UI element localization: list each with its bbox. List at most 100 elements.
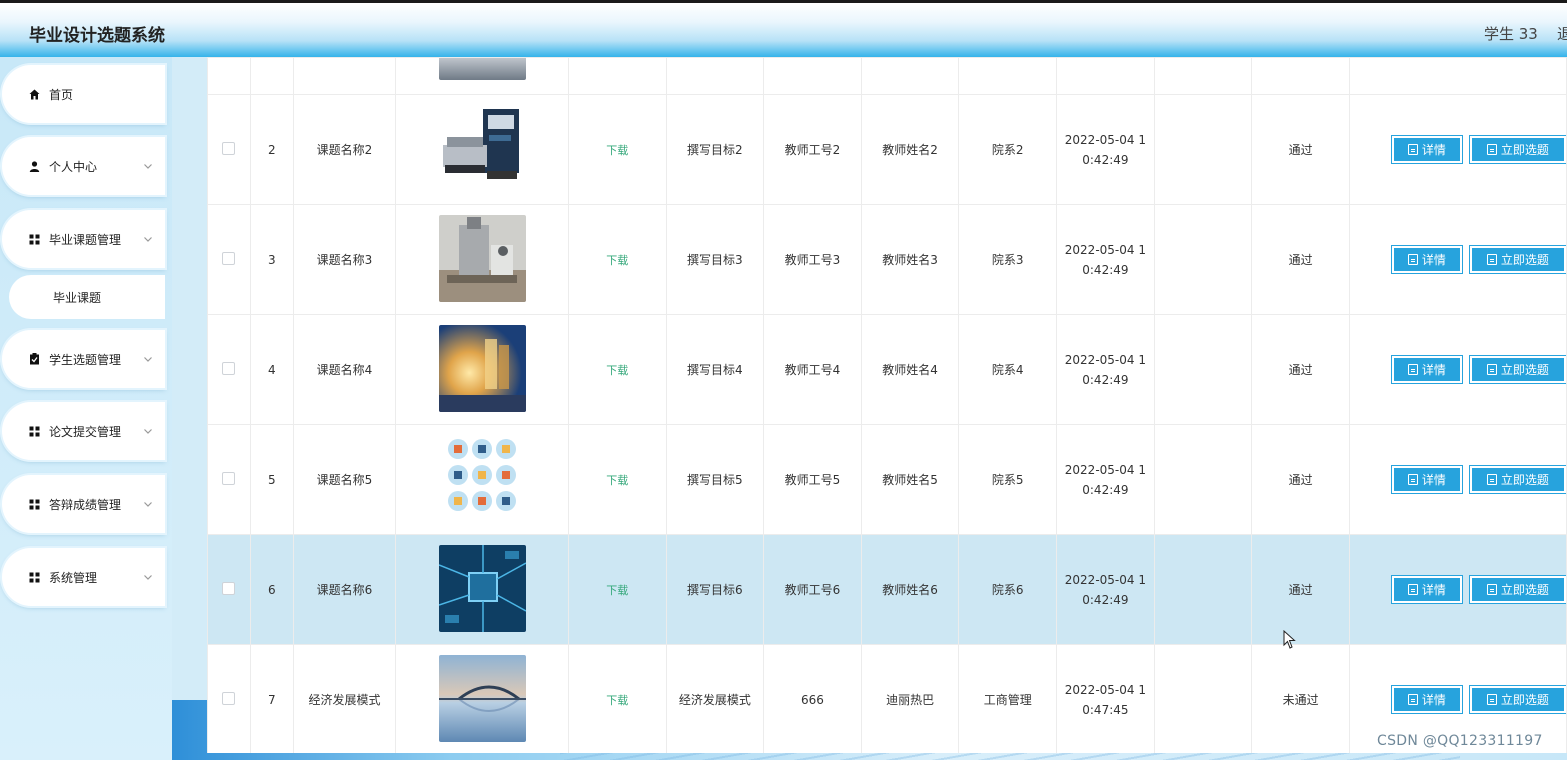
select-topic-button[interactable]: 立即选题 [1468, 135, 1566, 164]
created-date: 2022-05-04 1 0:42:49 [1056, 314, 1155, 425]
topic-name: 课题名称3 [292, 204, 397, 315]
detail-button-label: 详情 [1421, 583, 1446, 597]
teacher-id: 教师工号3 [763, 204, 862, 315]
row-index: 3 [249, 204, 294, 315]
teacher-id: 666 [763, 644, 862, 753]
topic-table-panel: 2 课题名称2 下载 撰写目标2 教师工号2 教师姓名2 院系2 2022-05… [207, 57, 1567, 753]
sidebar-item-thesis-submission[interactable]: 论文提交管理 [2, 402, 165, 460]
review-status: 通过 [1251, 534, 1350, 645]
document-icon [1407, 144, 1418, 155]
detail-button-label: 详情 [1421, 253, 1446, 267]
topic-name: 课题名称4 [292, 314, 397, 425]
row-checkbox[interactable] [222, 251, 236, 265]
select-topic-button-label: 立即选题 [1500, 253, 1549, 267]
download-link[interactable]: 下载 [606, 364, 628, 377]
detail-button[interactable]: 详情 [1390, 355, 1463, 384]
sidebar-item-system-management[interactable]: 系统管理 [2, 548, 165, 606]
detail-button-label: 详情 [1421, 143, 1446, 157]
chevron-down-icon [144, 237, 152, 242]
writing-goal: 撰写目标5 [665, 424, 765, 535]
topic-image-lab-glassware[interactable] [438, 324, 526, 412]
topic-image-circuit-board[interactable] [438, 544, 526, 632]
department: 院系3 [958, 204, 1057, 315]
detail-button[interactable]: 详情 [1390, 135, 1463, 164]
row-checkbox[interactable] [222, 581, 236, 595]
sidebar-item-label: 答辩成绩管理 [49, 497, 122, 512]
sidebar-item-student-selection[interactable]: 学生选题管理 [2, 330, 165, 388]
date-line-1: 2022-05-04 1 [1064, 572, 1146, 587]
writing-goal: 撰写目标4 [665, 314, 765, 425]
sidebar-item-label: 毕业课题管理 [49, 232, 122, 247]
detail-button[interactable]: 详情 [1390, 685, 1463, 714]
table-row[interactable]: 7 经济发展模式 下载 经济发展模式 666 迪丽热巴 工商管理 2022-05… [207, 644, 1567, 753]
teacher-name: 教师姓名5 [860, 424, 960, 535]
department: 工商管理 [958, 644, 1057, 753]
topic-image-bridge-landscape[interactable] [438, 654, 526, 742]
detail-button[interactable]: 详情 [1390, 245, 1463, 274]
date-line-2: 0:42:49 [1082, 372, 1129, 387]
row-checkbox[interactable] [222, 691, 236, 705]
date-line-2: 0:42:49 [1082, 592, 1129, 607]
row-index: 6 [249, 534, 294, 645]
table-row-hovered[interactable]: 6 课题名称6 下载 撰写目标6 教师工号6 教师姓名6 院系6 2022-05… [207, 534, 1567, 645]
row-index: 2 [249, 94, 294, 205]
grid-icon [28, 425, 40, 437]
table-row[interactable]: 4 课题名称4 下载 撰写目标4 教师工号4 教师姓名4 院系4 2022-05… [207, 314, 1567, 425]
detail-button[interactable]: 详情 [1390, 575, 1463, 604]
sidebar-item-home[interactable]: 首页 [2, 65, 165, 123]
date-line-1: 2022-05-04 1 [1064, 242, 1146, 257]
sidebar-item-topic-management[interactable]: 毕业课题管理 [2, 210, 165, 268]
topic-name: 课题名称2 [292, 94, 397, 205]
teacher-id: 教师工号6 [763, 534, 862, 645]
select-topic-button[interactable]: 立即选题 [1468, 685, 1566, 714]
download-link[interactable]: 下载 [606, 254, 628, 267]
table-row[interactable]: 5 课题名称5 下载 撰写目标5 教师工号5 教师姓名5 院系5 2022-05… [207, 424, 1567, 535]
table-row[interactable]: 2 课题名称2 下载 撰写目标2 教师工号2 教师姓名2 院系2 2022-05… [207, 94, 1567, 205]
teacher-id: 教师工号2 [763, 94, 862, 205]
select-topic-button[interactable]: 立即选题 [1468, 465, 1566, 494]
row-checkbox[interactable] [222, 471, 236, 485]
topic-image-science-icons[interactable] [438, 434, 526, 522]
sidebar-item-label: 首页 [49, 87, 74, 102]
writing-goal: 撰写目标2 [665, 94, 765, 205]
select-topic-button-label: 立即选题 [1500, 583, 1549, 597]
select-topic-button[interactable]: 立即选题 [1468, 575, 1566, 604]
chevron-down-icon [144, 429, 152, 434]
row-checkbox[interactable] [222, 141, 236, 155]
current-user[interactable]: 学生 33 [1484, 23, 1538, 44]
document-icon [1407, 584, 1418, 595]
date-line-2: 0:42:49 [1082, 482, 1129, 497]
date-line-2: 0:42:49 [1082, 262, 1129, 277]
select-topic-button[interactable]: 立即选题 [1468, 355, 1566, 384]
document-icon [1407, 364, 1418, 375]
sidebar-subitem-topics[interactable]: 毕业课题 [9, 275, 165, 319]
topic-image-lab-apparatus[interactable] [438, 214, 526, 302]
topic-image-partial [438, 58, 526, 80]
chevron-down-icon [144, 575, 152, 580]
teacher-name: 教师姓名4 [860, 314, 960, 425]
sidebar-item-personal-center[interactable]: 个人中心 [2, 137, 165, 195]
grid-icon [28, 571, 40, 583]
detail-button-label: 详情 [1421, 363, 1446, 377]
clipboard-icon [28, 353, 40, 365]
detail-button[interactable]: 详情 [1390, 465, 1463, 494]
table-row[interactable]: 3 课题名称3 下载 撰写目标3 教师工号3 教师姓名3 院系3 2022-05… [207, 204, 1567, 315]
logout-link[interactable]: 退出登录 [1557, 23, 1567, 44]
teacher-name: 迪丽热巴 [860, 644, 960, 753]
sidebar-item-defense-grades[interactable]: 答辩成绩管理 [2, 475, 165, 533]
row-checkbox[interactable] [222, 361, 236, 375]
select-topic-button[interactable]: 立即选题 [1468, 245, 1566, 274]
row-index: 5 [249, 424, 294, 535]
download-link[interactable]: 下载 [606, 144, 628, 157]
topic-image-lab-machine[interactable] [438, 104, 526, 192]
download-link[interactable]: 下载 [606, 474, 628, 487]
created-date: 2022-05-04 1 0:47:45 [1056, 644, 1155, 753]
download-link[interactable]: 下载 [606, 584, 628, 597]
download-link[interactable]: 下载 [606, 694, 628, 707]
review-status: 通过 [1251, 204, 1350, 315]
document-icon [1486, 584, 1497, 595]
sidebar-item-label: 论文提交管理 [49, 424, 122, 439]
row-index: 4 [249, 314, 294, 425]
watermark: CSDN @QQ123311197 [1377, 733, 1543, 749]
teacher-name: 教师姓名2 [860, 94, 960, 205]
